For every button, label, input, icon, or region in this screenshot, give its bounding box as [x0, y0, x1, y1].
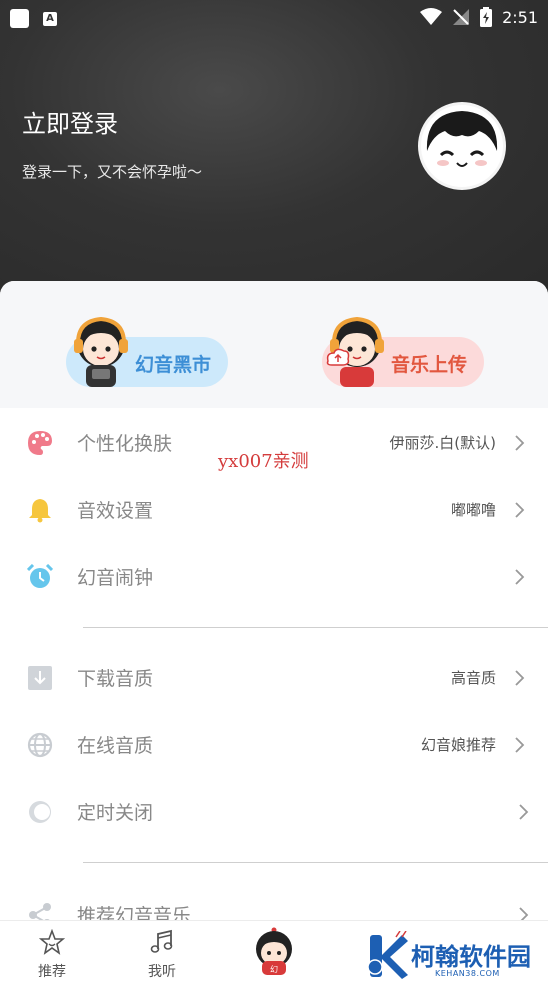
svg-text:幻: 幻 — [270, 964, 278, 974]
black-market-button[interactable]: 幻音黑市 — [66, 316, 228, 387]
login-title[interactable]: 立即登录 — [22, 104, 118, 139]
music-upload-label: 音乐上传 — [391, 354, 468, 376]
nav-listen[interactable]: 我听 — [132, 929, 192, 981]
profile-header: A 2:51 立即登录 登录一下，又不会怀孕啦～ — [0, 0, 548, 300]
row-sound-effect[interactable]: 音效设置 嘟嘟噜 — [0, 476, 548, 543]
divider — [83, 862, 548, 863]
nav-recommend-label: 推荐 — [38, 964, 66, 980]
nav-listen-label: 我听 — [148, 964, 176, 980]
mascot-avatar-icon[interactable]: 幻 — [252, 927, 296, 975]
brand-url: KEHAN38.COM — [435, 969, 500, 978]
chevron-right-icon — [519, 803, 529, 820]
online-quality-label: 在线音质 — [77, 735, 154, 757]
chevron-right-icon — [515, 568, 525, 585]
battery-charging-icon — [480, 7, 493, 27]
brand-k-icon — [367, 931, 408, 979]
music-upload-button[interactable]: 音乐上传 — [322, 316, 484, 387]
divider — [83, 627, 548, 628]
watermark-text: yx007亲测 — [218, 451, 309, 472]
timer-toggle-icon — [29, 800, 51, 823]
keyboard-a-icon: A — [43, 11, 57, 26]
avatar-face-icon — [426, 111, 498, 167]
row-alarm[interactable]: 幻音闹钟 — [0, 543, 548, 610]
chevron-right-icon — [515, 736, 525, 753]
bell-icon — [29, 498, 51, 522]
sound-effect-label: 音效设置 — [77, 500, 154, 522]
row-sleep-timer[interactable]: 定时关闭 — [0, 778, 548, 845]
clock-time: 2:51 — [502, 7, 538, 27]
chevron-right-icon — [515, 501, 525, 518]
brand-logo: 柯翰软件园 KEHAN38.COM — [346, 921, 548, 987]
girl-upload-icon — [326, 316, 384, 387]
bottom-nav: 推荐 我听 幻 柯翰软件园 KEHAN38.COM — [0, 920, 548, 987]
sleep-timer-label: 定时关闭 — [77, 802, 154, 824]
theme-label: 个性化换肤 — [77, 433, 173, 455]
black-market-label: 幻音黑市 — [135, 354, 212, 376]
no-signal-icon — [453, 9, 470, 25]
download-icon — [28, 665, 52, 690]
row-download-quality[interactable]: 下载音质 高音质 — [0, 644, 548, 711]
online-quality-value: 幻音娘推荐 — [420, 736, 496, 754]
alarm-clock-icon — [27, 563, 53, 588]
alarm-label: 幻音闹钟 — [77, 567, 154, 589]
star-face-icon — [38, 928, 66, 955]
nav-recommend[interactable]: 推荐 — [22, 928, 82, 981]
row-online-quality[interactable]: 在线音质 幻音娘推荐 — [0, 711, 548, 778]
brand-name: 柯翰软件园 — [411, 943, 531, 971]
feature-band: 幻音黑市 音乐上传 — [0, 281, 548, 408]
girl-headphones-icon — [74, 316, 128, 387]
download-quality-label: 下载音质 — [77, 668, 154, 690]
settings-card: 幻音黑市 音乐上传 个性化换肤 伊丽莎.白(默认) 音效设置 嘟嘟噜 幻音闹钟 … — [0, 281, 548, 987]
download-quality-value: 高音质 — [450, 669, 496, 687]
avatar[interactable] — [418, 102, 506, 190]
music-note-icon — [150, 929, 173, 953]
wifi-icon — [420, 8, 443, 25]
theme-value: 伊丽莎.白(默认) — [389, 434, 496, 452]
status-bar: A 2:51 — [0, 0, 548, 36]
notification-square-icon — [10, 9, 29, 28]
sound-effect-value: 嘟嘟噜 — [450, 501, 496, 519]
globe-icon — [27, 732, 53, 757]
chevron-right-icon — [515, 669, 525, 686]
login-subtitle: 登录一下，又不会怀孕啦～ — [22, 163, 203, 181]
palette-icon — [28, 430, 52, 455]
chevron-right-icon — [515, 434, 525, 451]
